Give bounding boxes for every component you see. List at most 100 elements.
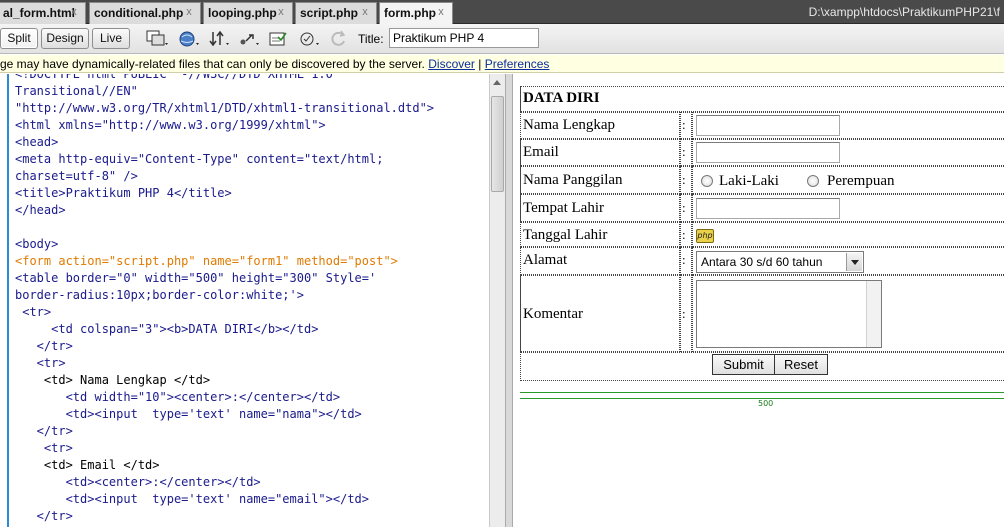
code-line: <html xmlns="http://www.w3.org/1999/xhtm… bbox=[15, 118, 326, 132]
radio-perempuan[interactable] bbox=[807, 175, 819, 187]
tab-label: form.php bbox=[384, 6, 436, 20]
close-tab-icon[interactable]: x bbox=[354, 6, 376, 18]
refresh-icon[interactable] bbox=[328, 29, 352, 49]
infobar-message: ge may have dynamically-related files th… bbox=[0, 57, 425, 71]
code-line: Transitional//EN" bbox=[15, 84, 138, 98]
visual-aids-icon[interactable] bbox=[238, 29, 262, 49]
tab-looping-php[interactable]: looping.php x bbox=[203, 2, 293, 24]
code-line: <td><input type='text' name="email"></td… bbox=[15, 492, 370, 506]
infobar-separator: | bbox=[478, 57, 482, 71]
label-alamat: Alamat bbox=[523, 252, 568, 268]
select-value: Antara 30 s/d 60 tahun bbox=[701, 255, 823, 269]
code-line: <tr> bbox=[15, 441, 73, 455]
tab-label: looping.php bbox=[208, 6, 277, 20]
design-view[interactable]: DATA DIRI Nama Lengkap : Email : Nama Pa… bbox=[514, 74, 1004, 527]
code-line: </tr> bbox=[15, 339, 73, 353]
form-heading: DATA DIRI bbox=[523, 90, 600, 106]
code-line: </tr> bbox=[15, 509, 73, 523]
code-line: <!DOCTYPE html PUBLIC "-//W3C//DTD XHTML… bbox=[15, 74, 333, 81]
code-line: <td><input type='text' name="nama"></td> bbox=[15, 407, 362, 421]
colon-separator: : bbox=[682, 200, 686, 215]
close-tab-icon[interactable]: x bbox=[178, 6, 200, 18]
code-line: <td><center>:</center></td> bbox=[15, 475, 261, 489]
colon-separator: : bbox=[682, 117, 686, 132]
input-cell bbox=[692, 222, 1004, 247]
tab-form-php[interactable]: form.php x bbox=[379, 2, 453, 25]
discover-link[interactable]: Discover bbox=[428, 57, 475, 71]
file-management-icon[interactable] bbox=[208, 29, 232, 49]
code-line: </head> bbox=[15, 203, 66, 217]
tab-label: script.php bbox=[300, 6, 359, 20]
live-button[interactable]: Live bbox=[92, 28, 130, 49]
email-input[interactable] bbox=[696, 142, 840, 163]
tempat-lahir-input[interactable] bbox=[696, 198, 840, 219]
code-line: border-radius:10px;border-color:white;'> bbox=[15, 288, 304, 302]
tab-label: conditional.php bbox=[94, 6, 184, 20]
page-title-input[interactable]: Praktikum PHP 4 bbox=[389, 28, 539, 48]
code-line: <title>Praktikum PHP 4</title> bbox=[15, 186, 232, 200]
radio-laki-laki[interactable] bbox=[701, 175, 713, 187]
label-nama-lengkap: Nama Lengkap bbox=[523, 117, 616, 133]
code-line: <table border="0" width="500" height="30… bbox=[15, 271, 377, 285]
reset-button[interactable]: Reset bbox=[774, 354, 828, 375]
tab-script-php[interactable]: script.php x bbox=[295, 2, 377, 24]
radio-perempuan-label: Perempuan bbox=[827, 173, 895, 189]
code-scrollbar[interactable] bbox=[489, 74, 505, 527]
close-tab-icon[interactable]: x bbox=[63, 6, 85, 18]
table-width-label: 500 bbox=[756, 399, 776, 408]
code-line: "http://www.w3.org/TR/xhtml1/DTD/xhtml1-… bbox=[15, 101, 435, 115]
design-button[interactable]: Design bbox=[41, 28, 89, 49]
colon-separator: : bbox=[682, 144, 686, 159]
php-code-icon[interactable]: php bbox=[696, 229, 714, 243]
code-line: <td width="10"><center>:</center></td> bbox=[15, 390, 341, 404]
tab-al-form-html[interactable]: al_form.html x bbox=[0, 2, 86, 24]
split-button[interactable]: Split bbox=[0, 28, 38, 49]
label-tanggal-lahir: Tanggal Lahir bbox=[523, 227, 608, 243]
close-tab-icon[interactable]: x bbox=[430, 6, 452, 18]
code-line: <form action="script.php" name="form1" m… bbox=[15, 254, 398, 268]
split-divider[interactable] bbox=[505, 74, 513, 527]
browser-preview-icon[interactable] bbox=[178, 29, 202, 49]
submit-button[interactable]: Submit bbox=[712, 354, 775, 375]
label-tempat-lahir: Tempat Lahir bbox=[523, 200, 604, 216]
code-editor[interactable]: <!DOCTYPE html PUBLIC "-//W3C//DTD XHTML… bbox=[15, 74, 434, 525]
colon-separator: : bbox=[682, 252, 686, 267]
tab-conditional-php[interactable]: conditional.php x bbox=[89, 2, 201, 24]
code-view[interactable]: <!DOCTYPE html PUBLIC "-//W3C//DTD XHTML… bbox=[0, 74, 489, 527]
document-tab-bar: al_form.html x conditional.php x looping.p… bbox=[0, 0, 1004, 25]
alamat-select[interactable]: Antara 30 s/d 60 tahun bbox=[696, 251, 864, 273]
code-line: </tr> bbox=[15, 424, 73, 438]
check-browser-icon[interactable] bbox=[298, 29, 322, 49]
textarea-scrollbar[interactable] bbox=[866, 281, 881, 347]
ruler-column-line bbox=[520, 392, 1004, 393]
komentar-textarea[interactable] bbox=[696, 280, 882, 348]
code-line: <tr> bbox=[15, 305, 52, 319]
code-line: <td> Email </td> bbox=[15, 458, 160, 472]
chevron-down-icon[interactable] bbox=[846, 253, 862, 271]
multiscreen-icon[interactable] bbox=[146, 29, 170, 49]
label-nama-panggilan: Nama Panggilan bbox=[523, 172, 623, 188]
code-line: <body> bbox=[15, 237, 59, 251]
code-line: <head> bbox=[15, 135, 59, 149]
document-toolbar: Split Design Live Title: Praktikum PHP 4 bbox=[0, 24, 1004, 54]
scrollbar-thumb[interactable] bbox=[491, 96, 504, 192]
nama-input[interactable] bbox=[696, 115, 840, 136]
code-line: <tr> bbox=[15, 356, 66, 370]
code-line: charset=utf-8" /> bbox=[15, 169, 138, 183]
code-gutter bbox=[0, 74, 9, 527]
colon-separator: : bbox=[682, 172, 686, 187]
code-line: <td> Nama Lengkap </td> bbox=[15, 373, 211, 387]
code-line: <meta http-equiv="Content-Type" content=… bbox=[15, 152, 384, 166]
radio-laki-laki-label: Laki-Laki bbox=[719, 173, 779, 189]
preferences-link[interactable]: Preferences bbox=[485, 57, 550, 71]
label-komentar: Komentar bbox=[523, 306, 583, 322]
title-label: Title: bbox=[358, 32, 384, 46]
label-email: Email bbox=[523, 144, 559, 160]
dynamic-files-infobar: ge may have dynamically-related files th… bbox=[0, 55, 1004, 73]
table-width-ruler: 500 bbox=[520, 392, 1004, 408]
validate-markup-icon[interactable] bbox=[268, 29, 292, 49]
scroll-up-arrow-icon[interactable] bbox=[493, 80, 501, 85]
close-tab-icon[interactable]: x bbox=[270, 6, 292, 18]
file-path: D:\xampp\htdocs\PraktikumPHP21\f bbox=[808, 5, 1000, 19]
